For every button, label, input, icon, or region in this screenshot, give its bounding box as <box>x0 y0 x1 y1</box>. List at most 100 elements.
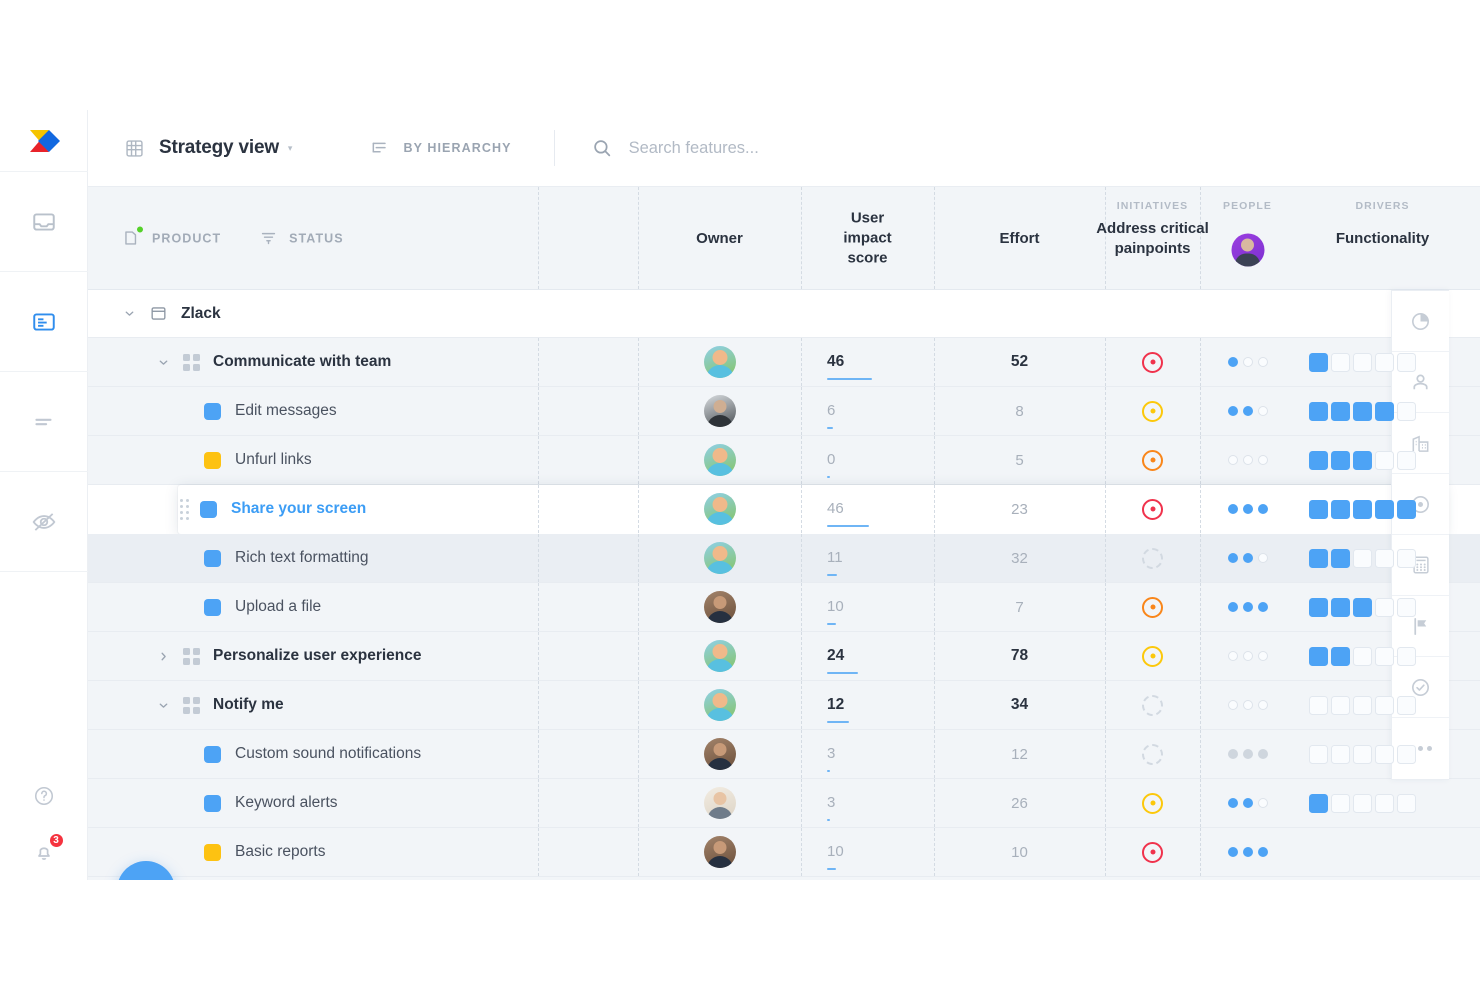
app-logo[interactable] <box>0 110 88 172</box>
cell-impact-score[interactable]: 46 <box>801 338 934 386</box>
cell-people[interactable] <box>1200 485 1295 533</box>
driver-rating[interactable] <box>1309 646 1416 666</box>
cell-people[interactable] <box>1200 436 1295 484</box>
avatar[interactable] <box>703 640 736 672</box>
cell-initiative[interactable] <box>1105 436 1200 484</box>
cell-initiative[interactable] <box>1105 730 1200 778</box>
table-row[interactable]: Keyword alerts 3 26 <box>88 779 1480 828</box>
cell-effort[interactable]: 5 <box>934 436 1105 484</box>
column-header-impact[interactable]: User impact score <box>801 187 934 290</box>
cell-people[interactable] <box>1200 779 1295 827</box>
cell-initiative[interactable] <box>1105 534 1200 582</box>
cell-owner[interactable] <box>638 828 801 876</box>
cell-drivers[interactable] <box>1295 779 1470 827</box>
column-header-owner[interactable]: Owner <box>638 187 801 290</box>
cell-people[interactable] <box>1200 583 1295 631</box>
column-header-people[interactable]: PEOPLE <box>1200 187 1295 290</box>
cell-impact-score[interactable]: 3 <box>801 730 934 778</box>
table-row[interactable]: Unfurl links 0 5 <box>88 436 1480 485</box>
driver-rating[interactable] <box>1309 450 1416 470</box>
table-row[interactable]: Upload a file 10 7 <box>88 583 1480 632</box>
avatar[interactable] <box>703 787 736 819</box>
cell-people[interactable] <box>1200 387 1295 435</box>
driver-rating[interactable] <box>1309 793 1416 813</box>
sidebar-item-roadmaps[interactable] <box>0 372 88 472</box>
cell-people[interactable] <box>1200 534 1295 582</box>
people-rating[interactable] <box>1227 749 1268 759</box>
cell-drivers[interactable] <box>1295 632 1470 680</box>
people-rating[interactable] <box>1227 798 1268 808</box>
driver-rating[interactable] <box>1309 548 1416 568</box>
drag-handle-icon[interactable] <box>180 498 189 520</box>
facet-status[interactable]: STATUS <box>259 229 343 248</box>
cell-effort[interactable]: 26 <box>934 779 1105 827</box>
cell-impact-score[interactable]: 10 <box>801 583 934 631</box>
cell-impact-score[interactable]: 12 <box>801 681 934 729</box>
table-row[interactable]: Share your screen 46 23 <box>88 485 1480 534</box>
chevron-down-icon[interactable] <box>156 356 170 369</box>
avatar[interactable] <box>703 738 736 770</box>
group-by-hierarchy-button[interactable]: BY HIERARCHY <box>370 138 511 158</box>
cell-owner[interactable] <box>638 387 801 435</box>
avatar[interactable] <box>703 346 736 378</box>
cell-effort[interactable]: 23 <box>934 485 1105 533</box>
cell-impact-score[interactable]: 11 <box>801 534 934 582</box>
table-row-group[interactable]: Notify me 12 34 <box>88 681 1480 730</box>
table-row[interactable]: Rich text formatting 11 32 <box>88 534 1480 583</box>
view-selector[interactable]: Strategy view ▾ <box>124 137 292 159</box>
cell-people[interactable] <box>1200 681 1295 729</box>
cell-drivers[interactable] <box>1295 387 1470 435</box>
cell-owner[interactable] <box>638 583 801 631</box>
chevron-down-icon[interactable]: ▾ <box>288 143 293 154</box>
driver-rating[interactable] <box>1309 695 1416 715</box>
cell-effort[interactable]: 12 <box>934 730 1105 778</box>
row-name-cell[interactable]: Zlack <box>122 290 1480 337</box>
avatar[interactable] <box>1231 233 1264 266</box>
cell-effort[interactable]: 78 <box>934 632 1105 680</box>
cell-impact-score[interactable]: 46 <box>801 485 934 533</box>
avatar[interactable] <box>703 542 736 574</box>
feature-name[interactable]: Unfurl links <box>235 451 312 469</box>
driver-rating[interactable] <box>1309 401 1416 421</box>
cell-owner[interactable] <box>638 681 801 729</box>
initiative-indicator[interactable] <box>1142 449 1163 471</box>
cell-initiative[interactable] <box>1105 583 1200 631</box>
cell-impact-score[interactable]: 24 <box>801 632 934 680</box>
table-row[interactable]: Edit messages 6 8 <box>88 387 1480 436</box>
cell-drivers[interactable] <box>1295 485 1470 533</box>
feature-name[interactable]: Basic reports <box>235 843 325 861</box>
feature-name[interactable]: Custom sound notifications <box>235 745 421 763</box>
people-rating[interactable] <box>1227 357 1268 367</box>
cell-initiative[interactable] <box>1105 338 1200 386</box>
cell-people[interactable] <box>1200 730 1295 778</box>
table-row[interactable]: Custom sound notifications 3 12 <box>88 730 1480 779</box>
people-rating[interactable] <box>1227 455 1268 465</box>
people-rating[interactable] <box>1227 847 1268 857</box>
cell-effort[interactable]: 52 <box>934 338 1105 386</box>
cell-initiative[interactable] <box>1105 779 1200 827</box>
driver-rating[interactable] <box>1309 744 1416 764</box>
feature-name[interactable]: Upload a file <box>235 598 321 616</box>
feature-name[interactable]: Share your screen <box>231 500 366 518</box>
chevron-right-icon[interactable] <box>156 650 170 663</box>
people-rating[interactable] <box>1227 553 1268 563</box>
table-row-group[interactable]: Personalize user experience 24 78 <box>88 632 1480 681</box>
facet-product[interactable]: PRODUCT <box>122 225 221 248</box>
chevron-down-icon[interactable] <box>122 307 136 320</box>
cell-effort[interactable]: 32 <box>934 534 1105 582</box>
driver-rating[interactable] <box>1309 352 1416 372</box>
cell-owner[interactable] <box>638 436 801 484</box>
cell-drivers[interactable] <box>1295 681 1470 729</box>
cell-initiative[interactable] <box>1105 828 1200 876</box>
cell-impact-score[interactable]: 6 <box>801 387 934 435</box>
cell-owner[interactable] <box>638 730 801 778</box>
cell-drivers[interactable] <box>1295 338 1470 386</box>
sidebar-item-inbox[interactable] <box>0 172 88 272</box>
cell-owner[interactable] <box>638 779 801 827</box>
cell-effort[interactable]: 7 <box>934 583 1105 631</box>
cell-initiative[interactable] <box>1105 632 1200 680</box>
sidebar-item-insights[interactable] <box>0 472 88 572</box>
cell-effort[interactable]: 34 <box>934 681 1105 729</box>
cell-drivers[interactable] <box>1295 730 1470 778</box>
cell-initiative[interactable] <box>1105 387 1200 435</box>
